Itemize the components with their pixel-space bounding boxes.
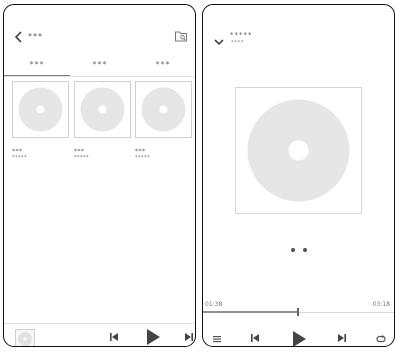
- album-card[interactable]: *** *****: [12, 81, 69, 161]
- now-playing-screen: ***** **** 01:38 03:18: [202, 4, 395, 347]
- play-icon[interactable]: [291, 330, 307, 347]
- disc-placeholder-icon: [18, 87, 63, 132]
- album-cover: [74, 81, 131, 138]
- skip-previous-icon[interactable]: [108, 331, 120, 343]
- library-title: ***: [28, 32, 43, 41]
- track-title: *****: [230, 31, 253, 39]
- library-screen: *** *** *** *** *** ***** *** ***** *** …: [3, 4, 196, 347]
- tab-3[interactable]: ***: [132, 60, 194, 69]
- seek-bar-progress: [203, 311, 298, 313]
- library-tabs: *** *** ***: [4, 60, 195, 76]
- seek-bar-handle[interactable]: [297, 308, 299, 316]
- tab-1[interactable]: ***: [6, 60, 68, 69]
- now-playing-cover: [235, 87, 362, 214]
- skip-next-icon[interactable]: [183, 331, 195, 343]
- back-arrow-icon[interactable]: [12, 30, 26, 44]
- folder-search-icon[interactable]: [174, 29, 188, 43]
- album-name: ***: [135, 148, 146, 155]
- chevron-down-icon[interactable]: [213, 37, 225, 47]
- queue-icon[interactable]: [212, 334, 222, 344]
- album-artist: *****: [135, 155, 150, 161]
- track-artist: ****: [231, 40, 245, 46]
- skip-next-icon[interactable]: [336, 332, 348, 344]
- disc-placeholder-icon: [80, 87, 125, 132]
- disc-placeholder-icon: [247, 99, 350, 202]
- album-name: ***: [12, 148, 23, 155]
- album-artist: *****: [12, 155, 27, 161]
- album-cover: [12, 81, 69, 138]
- skip-previous-icon[interactable]: [249, 332, 261, 344]
- album-name: ***: [74, 148, 85, 155]
- play-icon[interactable]: [145, 328, 161, 346]
- tabs-divider: [4, 76, 195, 77]
- disc-placeholder-icon: [141, 87, 186, 132]
- repeat-icon[interactable]: [375, 333, 387, 345]
- elapsed-time: 01:38: [205, 301, 223, 308]
- album-cover: [135, 81, 192, 138]
- tab-2[interactable]: ***: [69, 60, 131, 69]
- mini-player-divider: [4, 323, 195, 324]
- page-indicator-dots: [291, 248, 307, 252]
- disc-placeholder-icon: [18, 332, 32, 346]
- album-card[interactable]: *** *****: [135, 81, 192, 161]
- total-time: 03:18: [372, 301, 390, 308]
- album-grid: *** ***** *** ***** *** *****: [12, 81, 192, 161]
- album-artist: *****: [74, 155, 89, 161]
- mini-player-cover[interactable]: [15, 329, 35, 346]
- album-card[interactable]: *** *****: [74, 81, 131, 161]
